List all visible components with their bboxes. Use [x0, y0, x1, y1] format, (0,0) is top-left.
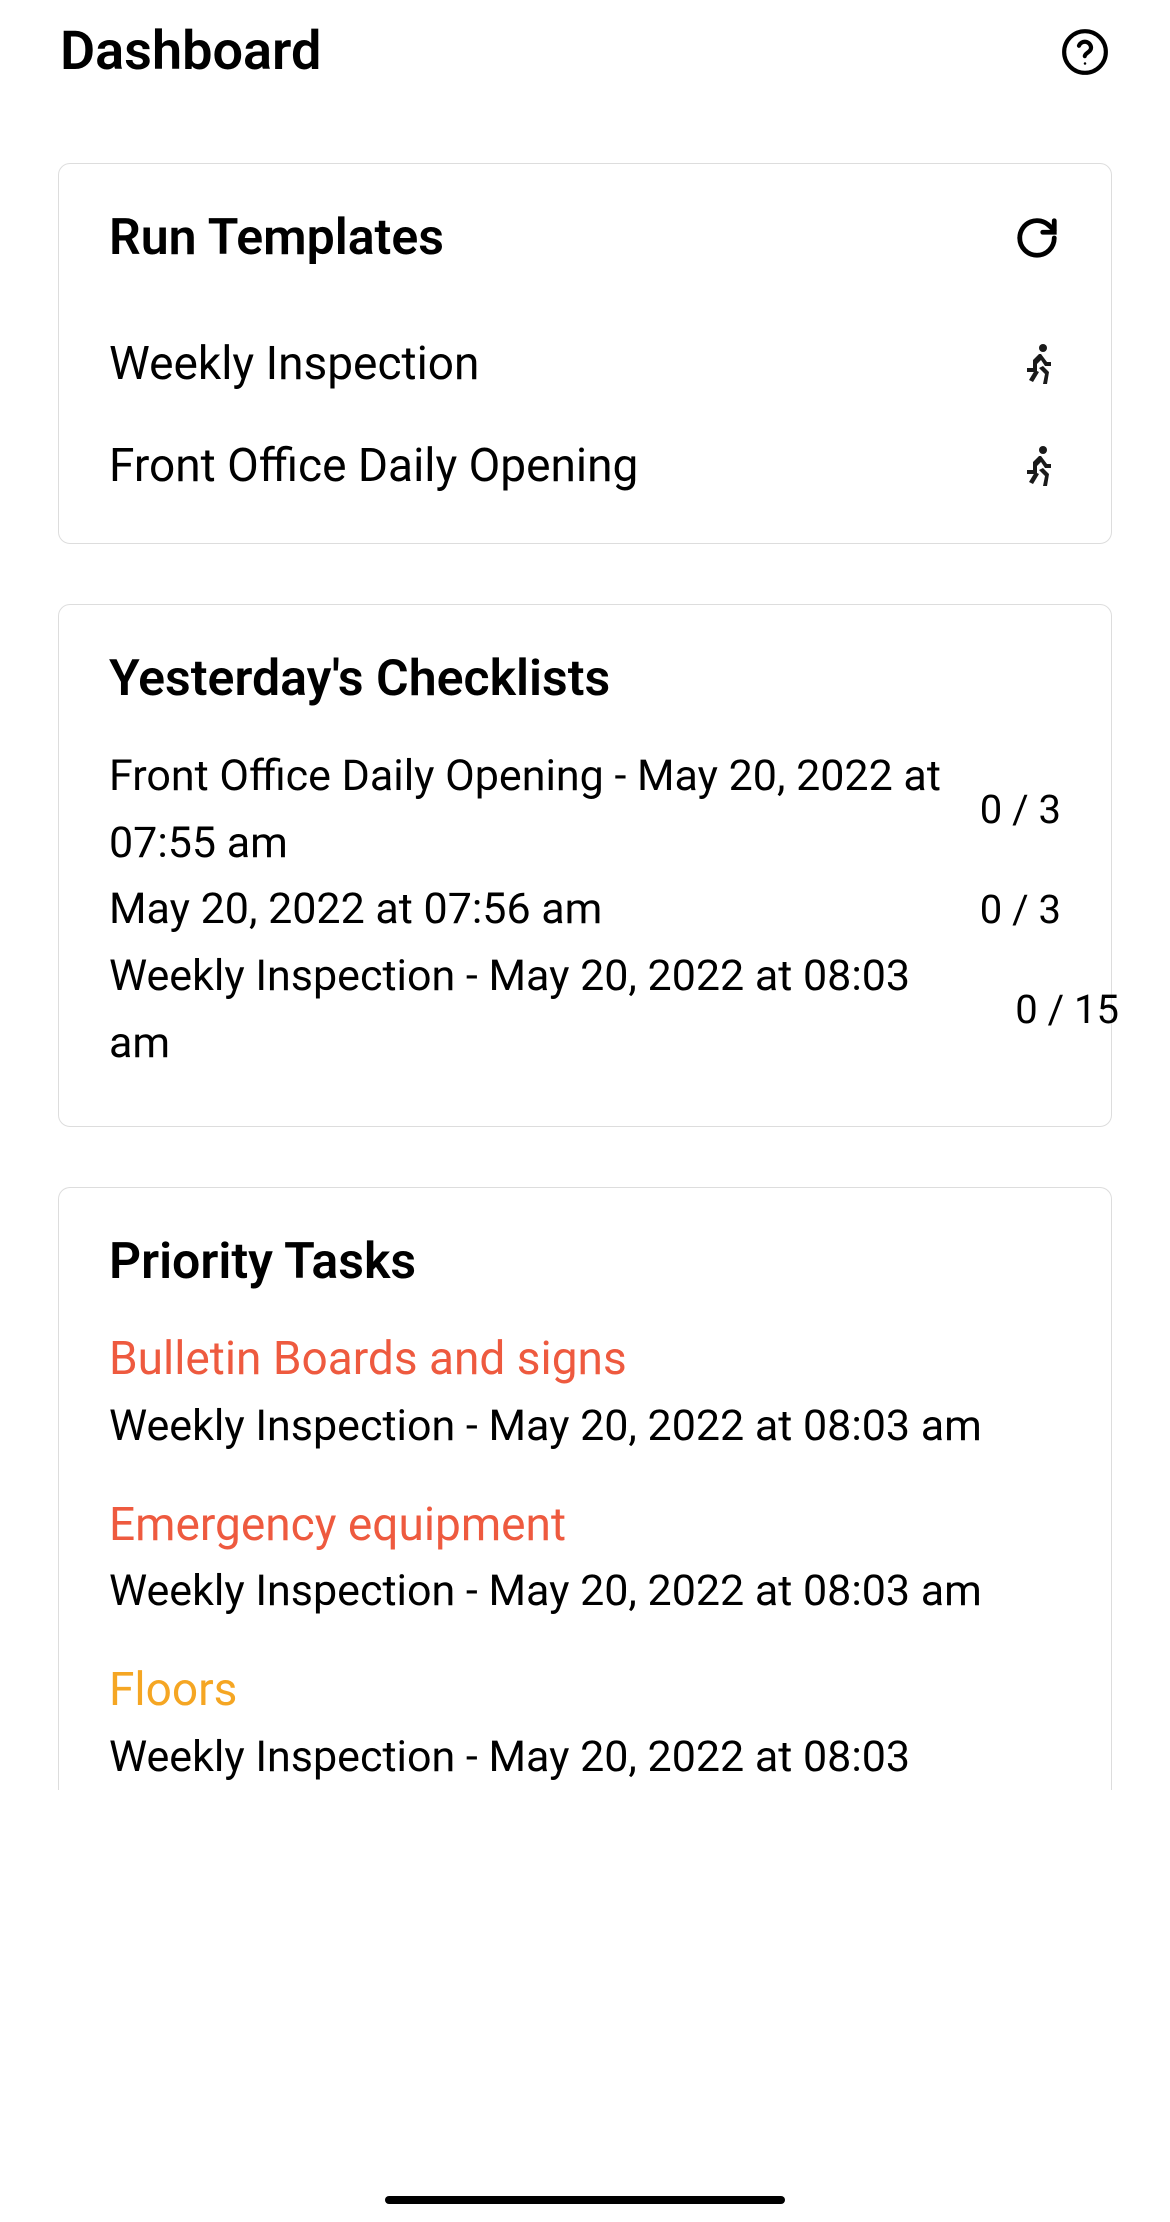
checklist-label: Weekly Inspection - May 20, 2022 at 08:0… — [109, 943, 957, 1076]
refresh-icon[interactable] — [1013, 214, 1061, 262]
yesterday-checklists-card: Yesterday's Checklists Front Office Dail… — [58, 604, 1112, 1127]
priority-task[interactable]: Floors Weekly Inspection - May 20, 2022 … — [109, 1657, 1061, 1790]
template-row[interactable]: Front Office Daily Opening — [109, 439, 1061, 493]
checklist-count: 0 / 3 — [980, 786, 1061, 833]
priority-task-name: Bulletin Boards and signs — [109, 1326, 1061, 1393]
template-label: Front Office Daily Opening — [109, 439, 638, 493]
running-icon[interactable] — [1013, 442, 1061, 490]
checklist-row[interactable]: May 20, 2022 at 07:56 am 0 / 3 — [109, 876, 1061, 943]
priority-task[interactable]: Bulletin Boards and signs Weekly Inspect… — [109, 1326, 1061, 1459]
template-label: Weekly Inspection — [109, 337, 479, 391]
checklist-row[interactable]: Weekly Inspection - May 20, 2022 at 08:0… — [109, 943, 1061, 1076]
checklist-count: 0 / 15 — [1015, 986, 1119, 1033]
priority-task-name: Floors — [109, 1657, 1061, 1724]
run-templates-card: Run Templates Weekly Inspection Front Of… — [58, 163, 1112, 544]
run-templates-title: Run Templates — [109, 209, 444, 267]
priority-task-sub: Weekly Inspection - May 20, 2022 at 08:0… — [109, 1393, 1061, 1460]
checklist-label: May 20, 2022 at 07:56 am — [109, 876, 980, 943]
priority-tasks-title: Priority Tasks — [109, 1233, 1061, 1291]
running-icon[interactable] — [1013, 340, 1061, 388]
checklist-label: Front Office Daily Opening - May 20, 202… — [109, 743, 980, 876]
help-icon[interactable] — [1060, 27, 1110, 77]
priority-task-sub: Weekly Inspection - May 20, 2022 at 08:0… — [109, 1558, 1061, 1625]
yesterday-checklists-title: Yesterday's Checklists — [109, 650, 1061, 708]
priority-task-name: Emergency equipment — [109, 1492, 1061, 1559]
template-row[interactable]: Weekly Inspection — [109, 337, 1061, 391]
checklist-count: 0 / 3 — [980, 886, 1061, 933]
page-title: Dashboard — [60, 20, 321, 83]
priority-task-sub: Weekly Inspection - May 20, 2022 at 08:0… — [109, 1724, 1061, 1791]
app-header: Dashboard — [0, 0, 1170, 113]
checklist-row[interactable]: Front Office Daily Opening - May 20, 202… — [109, 743, 1061, 876]
priority-tasks-card: Priority Tasks Bulletin Boards and signs… — [58, 1187, 1112, 1790]
run-templates-header: Run Templates — [109, 209, 1061, 267]
priority-task[interactable]: Emergency equipment Weekly Inspection - … — [109, 1492, 1061, 1625]
home-indicator — [385, 2196, 785, 2204]
